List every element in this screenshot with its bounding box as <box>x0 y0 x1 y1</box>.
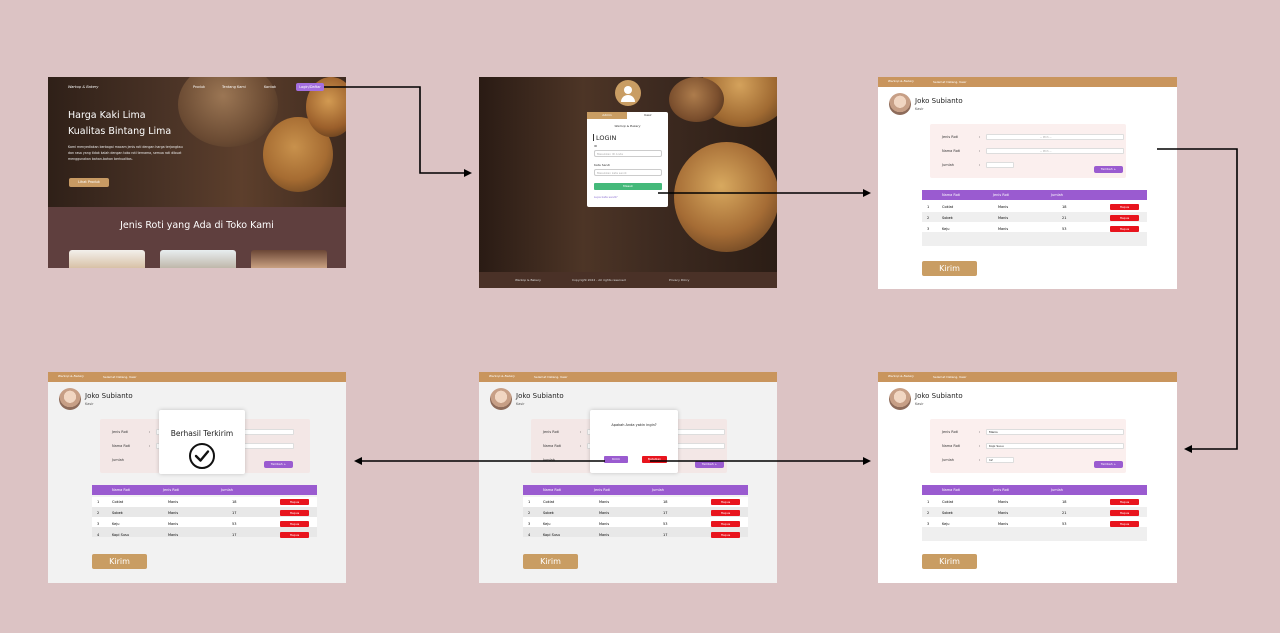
flow-arrows <box>324 86 1238 465</box>
arrow-dashboard-to-filled <box>1157 148 1238 453</box>
arrow-landing-to-login <box>324 86 472 177</box>
